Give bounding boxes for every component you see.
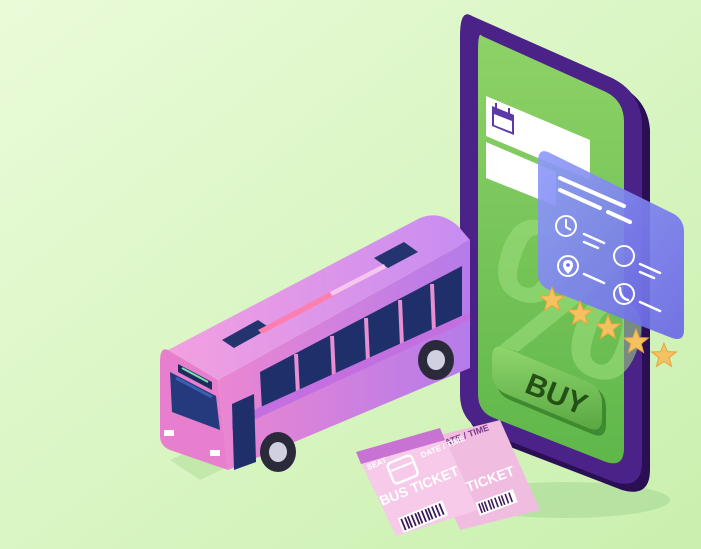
bus-wheel-front <box>260 432 296 472</box>
bus-ticket-illustration: % BUY DATE / TIME TICKET SEAT DATE / TIM… <box>0 0 701 549</box>
bus-wheel-rear <box>418 340 454 380</box>
